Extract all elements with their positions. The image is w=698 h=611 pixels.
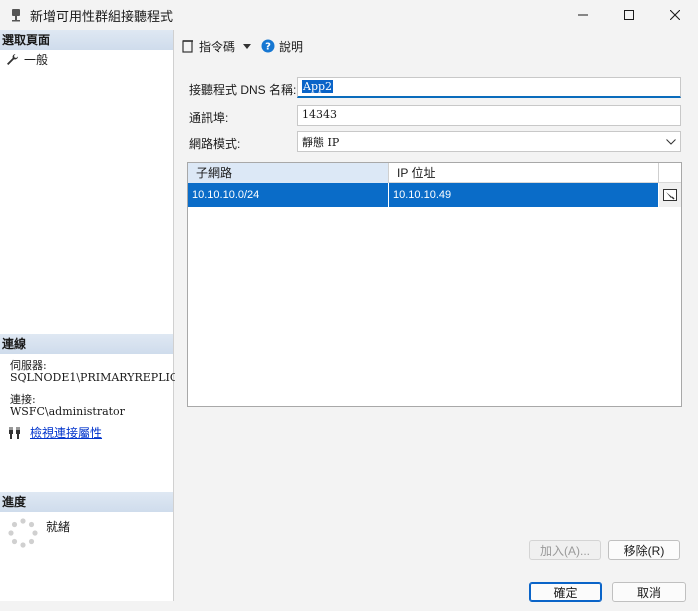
remove-button[interactable]: 移除(R) — [608, 540, 680, 560]
port-value: 14343 — [302, 108, 337, 121]
window-title: 新增可用性群組接聽程式 — [30, 8, 174, 24]
plug-icon — [8, 426, 24, 440]
dns-name-value: App2 — [302, 80, 334, 93]
minimize-icon — [578, 14, 588, 16]
subnet-cell[interactable]: 10.10.10.0/24 — [188, 183, 389, 207]
main-pane: 指令碼 ? 說明 接聽程式 DNS 名稱: App2 通訊埠: 14343 網路… — [175, 30, 698, 570]
cancel-button[interactable]: 取消 — [612, 582, 686, 602]
close-icon — [670, 10, 680, 20]
script-dropdown-button[interactable] — [243, 43, 255, 49]
sql-server-icon — [8, 7, 24, 23]
view-connection-properties-link[interactable]: 檢視連接屬性 — [30, 427, 102, 439]
network-mode-label: 網路模式: — [189, 137, 241, 151]
column-header-subnet[interactable]: 子網路 — [188, 163, 389, 183]
left-pane: 選取頁面 一般 連線 伺服器: SQLNODE1\PRIMARYREPLICA … — [0, 30, 187, 601]
maximize-icon — [624, 10, 634, 20]
port-input[interactable]: 14343 — [297, 105, 681, 126]
script-button[interactable]: 指令碼 — [181, 38, 235, 55]
toolbar: 指令碼 ? 說明 — [181, 36, 311, 56]
svg-text:?: ? — [265, 42, 271, 53]
progress-header: 進度 — [0, 492, 173, 512]
script-icon — [182, 40, 193, 53]
network-mode-select[interactable]: 靜態 IP — [297, 131, 681, 152]
dns-name-label: 接聽程式 DNS 名稱: — [189, 83, 297, 97]
edit-icon — [663, 189, 677, 201]
progress-spinner-icon — [8, 518, 38, 548]
ok-button[interactable]: 確定 — [529, 582, 602, 602]
close-button[interactable] — [652, 0, 698, 30]
title-bar: 新增可用性群組接聽程式 — [0, 0, 698, 30]
edit-row-button[interactable] — [659, 183, 681, 207]
wrench-icon — [6, 52, 20, 66]
column-header-ip-address[interactable]: IP 位址 — [389, 163, 659, 183]
server-value: SQLNODE1\PRIMARYREPLICA — [10, 371, 187, 384]
connection-value: WSFC\administrator — [10, 405, 125, 418]
script-label: 指令碼 — [199, 39, 236, 54]
progress-status: 就緒 — [46, 520, 71, 534]
table-row[interactable]: 10.10.10.0/24 10.10.10.49 — [188, 183, 681, 207]
help-label: 說明 — [279, 39, 304, 54]
connection-header: 連線 — [0, 334, 173, 354]
network-mode-value: 靜態 IP — [302, 135, 340, 149]
port-label: 通訊埠: — [189, 111, 229, 125]
help-button[interactable]: ? 說明 — [261, 38, 303, 55]
caret-down-icon — [243, 43, 252, 49]
chevron-down-icon — [666, 138, 676, 145]
subnet-ip-grid: 子網路 IP 位址 10.10.10.0/24 10.10.10.49 — [187, 162, 682, 407]
nav-item-general[interactable]: 一般 — [0, 50, 173, 68]
help-icon: ? — [261, 39, 275, 53]
minimize-button[interactable] — [560, 0, 606, 30]
maximize-button[interactable] — [606, 0, 652, 30]
add-button[interactable]: 加入(A)... — [529, 540, 601, 560]
ip-address-cell[interactable]: 10.10.10.49 — [389, 183, 659, 207]
nav-item-label: 一般 — [24, 52, 49, 67]
column-header-action — [659, 163, 681, 183]
dns-name-input[interactable]: App2 — [297, 77, 681, 98]
select-page-header: 選取頁面 — [0, 30, 173, 50]
